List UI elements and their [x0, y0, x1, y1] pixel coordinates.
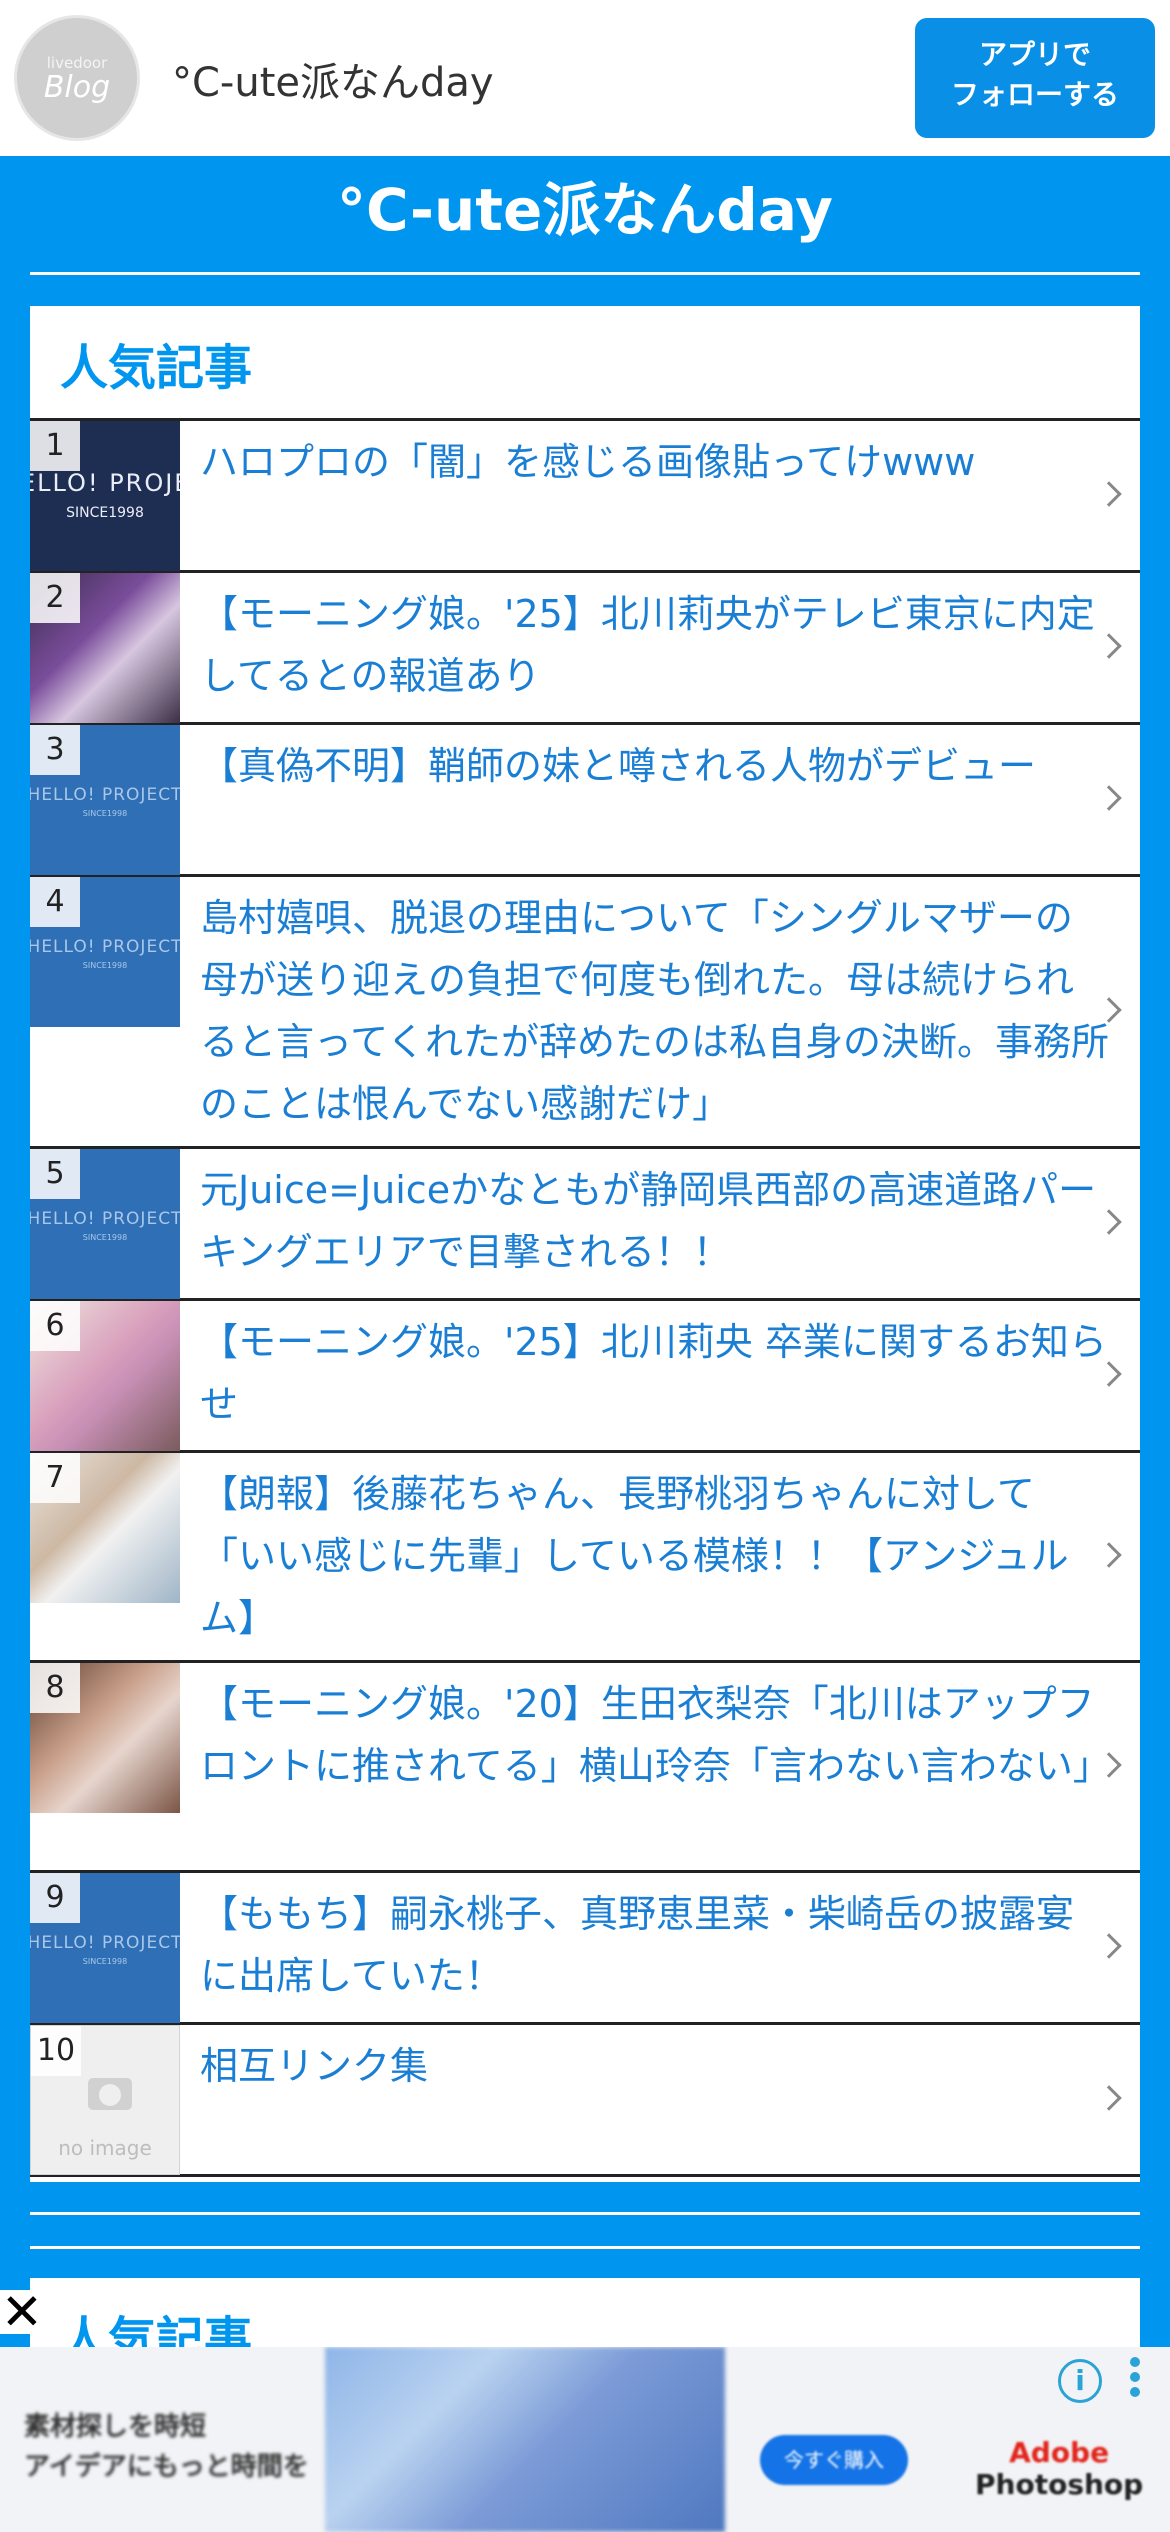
rank-badge: 10	[31, 2026, 81, 2076]
thumb-logo-text: HELLO! PROJECT	[30, 1209, 180, 1229]
no-image-text: no image	[58, 2136, 152, 2160]
article-title-link[interactable]: 相互リンク集	[200, 2035, 1110, 2097]
thumb-since-text: SINCE1998	[82, 1233, 128, 1242]
article-thumbnail[interactable]: HELLO! PROJECT SINCE1998 5	[30, 1149, 180, 1299]
rank-badge: 1	[30, 421, 80, 471]
article-title-link[interactable]: 【モーニング娘。'25】北川莉央 卒業に関するお知らせ	[200, 1311, 1110, 1435]
article-item-8[interactable]: 8 【モーニング娘。'20】生田衣梨奈「北川はアップフロントに推されてる」横山玲奈…	[30, 1663, 1140, 1873]
rank-badge: 6	[30, 1301, 80, 1351]
popular-articles-title: 人気記事	[60, 340, 253, 396]
thumb-since-text: SINCE1998	[66, 505, 144, 521]
ad-cta-button[interactable]: 今すぐ購入	[760, 2435, 908, 2485]
rank-badge: 8	[30, 1663, 80, 1713]
thumb-since-text: SINCE1998	[82, 961, 128, 970]
article-thumbnail[interactable]: 8	[30, 1663, 180, 1813]
ad-copy-line1: 素材探しを時短	[24, 2412, 207, 2442]
popular-articles-list: ELLO! PROJE SINCE1998 1 ハロプロの「闇」を感じる画像貼ってけw…	[30, 421, 1140, 2177]
ad-brand-line2: Photoshop	[975, 2468, 1144, 2501]
follow-button-line1: アプリで	[978, 38, 1091, 71]
top-header: livedoor Blog °C-ute派なんday アプリで フォローする	[0, 0, 1170, 156]
ad-image	[325, 2347, 725, 2532]
divider	[30, 2246, 1140, 2249]
popular-articles-card: 人気記事 ELLO! PROJE SINCE1998 1 ハロプロの「闇」を感じる画像…	[30, 306, 1140, 2182]
camera-icon	[88, 2078, 132, 2110]
article-thumbnail[interactable]: 2	[30, 573, 180, 723]
site-title[interactable]: °C-ute派なんday	[0, 163, 1170, 247]
rank-badge: 5	[30, 1149, 80, 1199]
card-header: 人気記事	[30, 306, 1140, 421]
article-title-link[interactable]: 【モーニング娘。'20】生田衣梨奈「北川はアップフロントに推されてる」横山玲奈「…	[200, 1673, 1111, 1797]
article-item-1[interactable]: ELLO! PROJE SINCE1998 1 ハロプロの「闇」を感じる画像貼ってけw…	[30, 421, 1140, 573]
article-title-link[interactable]: 【ももち】嗣永桃子、真野恵里菜・柴崎岳の披露宴に出席していた！	[200, 1883, 1110, 2007]
article-title-link[interactable]: 島村嬉唄、脱退の理由について「シングルマザーの母が送り迎えの負担で何度も倒れた。…	[200, 887, 1110, 1135]
article-title-link[interactable]: 【真偽不明】鞘師の妹と噂される人物がデビュー	[200, 735, 1110, 797]
article-item-7[interactable]: 7 【朗報】後藤花ちゃん、長野桃羽ちゃんに対して「いい感じに先輩」している模様！！…	[30, 1453, 1140, 1663]
thumb-since-text: SINCE1998	[82, 1957, 128, 1966]
follow-button-line2: フォローする	[950, 78, 1119, 111]
rank-badge: 4	[30, 877, 80, 927]
article-thumbnail[interactable]: 7	[30, 1453, 180, 1603]
article-item-2[interactable]: 2 【モーニング娘。'25】北川莉央がテレビ東京に内定してるとの報道あり	[30, 573, 1140, 725]
article-thumbnail[interactable]: HELLO! PROJECT SINCE1998 3	[30, 725, 180, 875]
logo-main-text: Blog	[43, 70, 111, 105]
divider	[30, 272, 1140, 275]
ad-info-icon[interactable]: i	[1058, 2359, 1102, 2403]
article-thumbnail[interactable]: HELLO! PROJECT SINCE1998 4	[30, 877, 180, 1027]
article-item-6[interactable]: 6 【モーニング娘。'25】北川莉央 卒業に関するお知らせ	[30, 1301, 1140, 1453]
ad-brand-logo: Adobe Photoshop	[975, 2437, 1143, 2501]
rank-badge: 2	[30, 573, 80, 623]
ad-copy: 素材探しを時短 アイデアにもっと時間を	[24, 2407, 309, 2487]
ad-copy-line2: アイデアにもっと時間を	[24, 2452, 309, 2482]
article-item-4[interactable]: HELLO! PROJECT SINCE1998 4 島村嬉唄、脱退の理由について「シ…	[30, 877, 1140, 1149]
rank-badge: 9	[30, 1873, 80, 1923]
thumb-logo-text: ELLO! PROJE	[30, 469, 180, 497]
article-title-link[interactable]: 【モーニング娘。'25】北川莉央がテレビ東京に内定してるとの報道あり	[200, 583, 1110, 707]
ad-brand-line1: Adobe	[1009, 2436, 1110, 2469]
follow-in-app-button[interactable]: アプリで フォローする	[915, 18, 1155, 138]
livedoor-blog-logo[interactable]: livedoor Blog	[14, 15, 140, 141]
thumb-logo-text: HELLO! PROJECT	[30, 1933, 180, 1953]
thumb-since-text: SINCE1998	[82, 809, 128, 818]
article-item-3[interactable]: HELLO! PROJECT SINCE1998 3 【真偽不明】鞘師の妹と噂される人…	[30, 725, 1140, 877]
thumb-logo-text: HELLO! PROJECT	[30, 785, 180, 805]
header-blog-name[interactable]: °C-ute派なんday	[172, 50, 494, 108]
article-title-link[interactable]: 元Juice=Juiceかなともが静岡県西部の高速道路パーキングエリアで目撃され…	[200, 1159, 1110, 1283]
divider	[30, 2212, 1140, 2215]
ad-menu-icon[interactable]	[1130, 2357, 1142, 2407]
article-title-link[interactable]: 【朗報】後藤花ちゃん、長野桃羽ちゃんに対して「いい感じに先輩」している模様！！【…	[200, 1463, 1110, 1649]
rank-badge: 7	[30, 1453, 80, 1503]
article-thumbnail[interactable]: 6	[30, 1301, 180, 1451]
article-thumbnail[interactable]: no image 10	[30, 2025, 180, 2175]
article-thumbnail[interactable]: ELLO! PROJE SINCE1998 1	[30, 421, 180, 571]
article-thumbnail[interactable]: HELLO! PROJECT SINCE1998 9	[30, 1873, 180, 2023]
article-item-5[interactable]: HELLO! PROJECT SINCE1998 5 元Juice=Juiceかなとも…	[30, 1149, 1140, 1301]
ad-close-icon[interactable]: ✕	[0, 2287, 44, 2337]
ad-banner[interactable]: 素材探しを時短 アイデアにもっと時間を 今すぐ購入 Adobe Photosho…	[0, 2347, 1170, 2532]
thumb-logo-text: HELLO! PROJECT	[30, 937, 180, 957]
article-item-10[interactable]: no image 10 相互リンク集	[30, 2025, 1140, 2177]
article-item-9[interactable]: HELLO! PROJECT SINCE1998 9 【ももち】嗣永桃子、真野恵里菜・…	[30, 1873, 1140, 2025]
rank-badge: 3	[30, 725, 80, 775]
article-title-link[interactable]: ハロプロの「闇」を感じる画像貼ってけwww	[200, 431, 1110, 493]
